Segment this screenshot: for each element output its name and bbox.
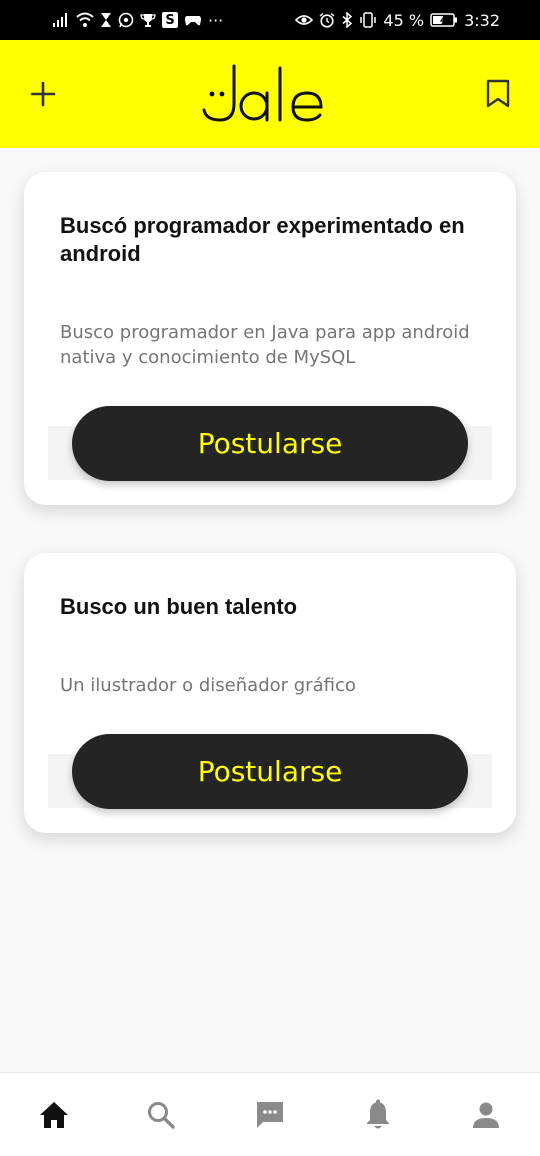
bluetooth-icon xyxy=(341,11,353,29)
apply-button[interactable]: Postularse xyxy=(72,406,468,481)
trophy-icon xyxy=(140,11,156,29)
s-app-icon: S xyxy=(162,12,178,28)
nav-profile[interactable] xyxy=(466,1095,506,1135)
wifi-icon xyxy=(76,11,94,29)
bell-icon xyxy=(367,1099,389,1129)
game-icon xyxy=(184,11,202,29)
eye-icon xyxy=(295,11,314,29)
home-icon xyxy=(40,1102,68,1128)
battery-percent: 45 % xyxy=(383,10,425,30)
status-bar-left: S ··· xyxy=(52,11,223,30)
post-description: Busco programador en Java para app andro… xyxy=(60,322,470,368)
hourglass-icon xyxy=(100,11,112,29)
chat-icon xyxy=(257,1102,283,1128)
post-title: Busco un buen talento xyxy=(60,594,298,619)
add-button[interactable] xyxy=(23,74,63,114)
alarm-icon xyxy=(319,11,335,29)
bottom-navigation xyxy=(0,1072,540,1156)
jale-logo-wordmark xyxy=(202,64,323,122)
more-dots-icon: ··· xyxy=(208,10,224,30)
apply-button[interactable]: Postularse xyxy=(72,734,468,809)
post-title: Buscó programador experimentado en andro… xyxy=(60,213,465,266)
plus-icon xyxy=(30,81,56,107)
vibrate-icon xyxy=(359,11,377,29)
post-card: Busco un buen talento Un ilustrador o di… xyxy=(24,553,516,833)
bookmark-button[interactable] xyxy=(478,74,518,114)
app-logo xyxy=(200,60,340,130)
status-bar: S ··· 45 % 3:32 xyxy=(0,0,540,40)
battery-icon xyxy=(430,11,458,29)
search-icon xyxy=(148,1102,175,1129)
nav-home[interactable] xyxy=(34,1095,74,1135)
post-description: Un ilustrador o diseñador gráfico xyxy=(60,675,356,696)
whatsapp-icon xyxy=(118,11,134,29)
person-icon xyxy=(473,1102,499,1128)
bookmark-icon xyxy=(486,79,510,108)
nav-notifications[interactable] xyxy=(358,1095,398,1135)
status-bar-right: 45 % 3:32 xyxy=(295,11,500,30)
nav-messages[interactable] xyxy=(250,1095,290,1135)
nav-search[interactable] xyxy=(141,1095,181,1135)
signal-icon xyxy=(52,11,70,29)
app-bar xyxy=(0,40,540,148)
post-card: Buscó programador experimentado en andro… xyxy=(24,172,516,505)
status-time: 3:32 xyxy=(464,10,500,30)
